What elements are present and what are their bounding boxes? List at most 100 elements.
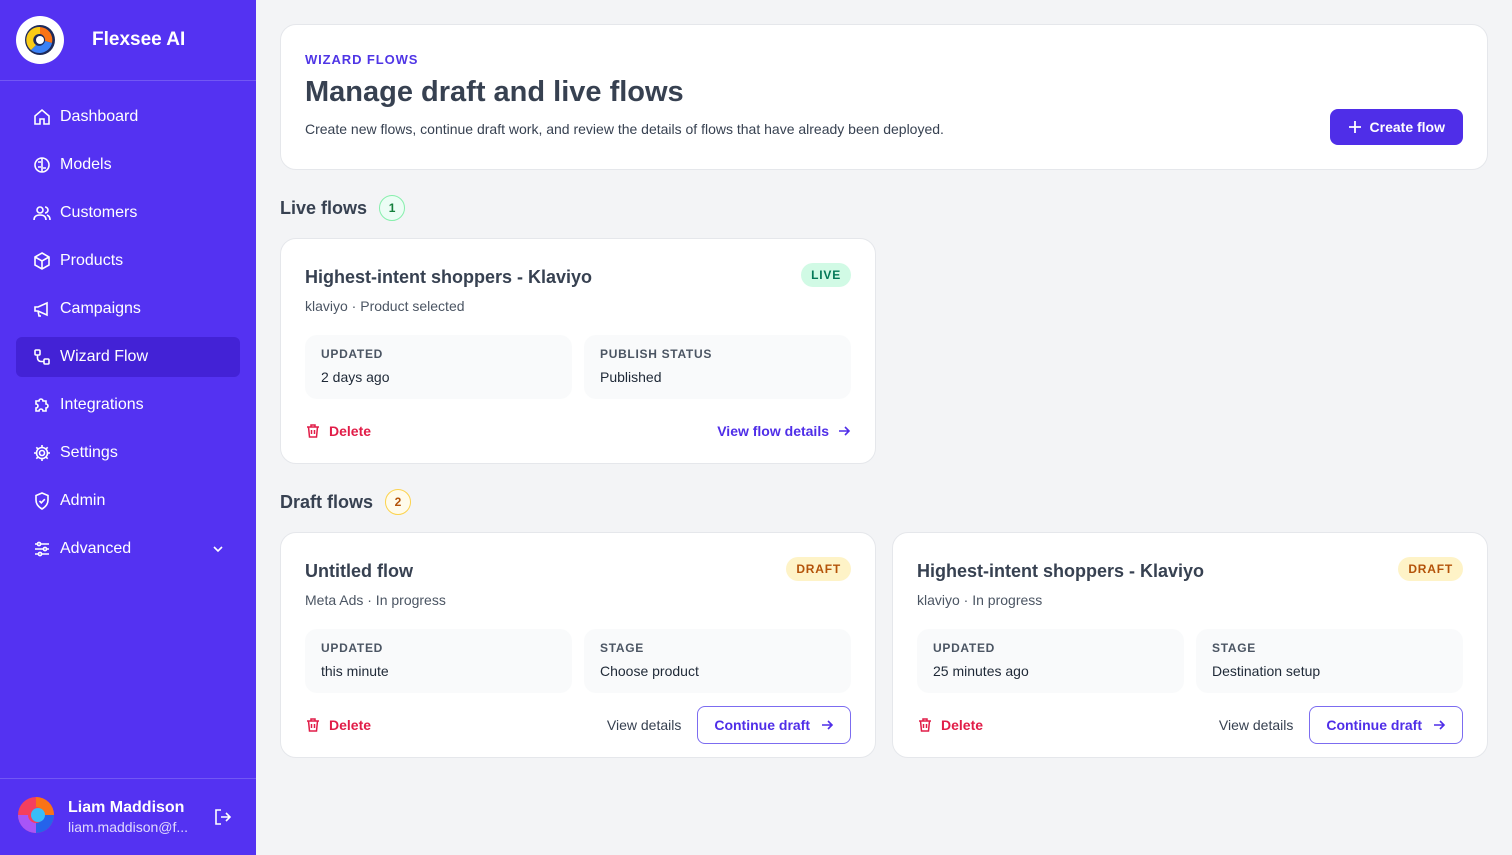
- users-icon: [32, 203, 52, 223]
- home-icon: [32, 107, 52, 127]
- page-eyebrow: WIZARD FLOWS: [305, 52, 419, 67]
- sidebar-item-campaigns[interactable]: Campaigns: [16, 289, 240, 329]
- stat-value: Destination setup: [1212, 663, 1321, 679]
- stat-updated: UPDATED this minute: [305, 629, 572, 693]
- stat-value: Published: [600, 369, 662, 385]
- status-badge: DRAFT: [1398, 557, 1463, 581]
- flow-stats: UPDATED this minute STAGE Choose product: [305, 629, 851, 693]
- sidebar-item-label: Dashboard: [60, 108, 139, 125]
- trash-icon: [307, 718, 319, 732]
- view-details-link[interactable]: View details: [607, 717, 681, 733]
- flow-icon: [32, 347, 52, 367]
- sidebar-item-customers[interactable]: Customers: [16, 193, 240, 233]
- card-right-actions: View flow details: [717, 423, 851, 439]
- shield-icon: [32, 491, 52, 511]
- continue-draft-label: Continue draft: [714, 717, 810, 733]
- live-flows-header: Live flows 1: [280, 195, 406, 221]
- continue-draft-label: Continue draft: [1326, 717, 1422, 733]
- delete-button[interactable]: Delete: [305, 717, 371, 733]
- sidebar-item-label: Settings: [60, 444, 118, 461]
- brand: Flexsee AI: [0, 0, 256, 81]
- user-name: Liam Maddison: [68, 799, 185, 816]
- puzzle-icon: [32, 395, 52, 415]
- flow-title: Highest-intent shoppers - Klaviyo: [305, 267, 593, 287]
- sidebar-item-label: Models: [60, 156, 112, 173]
- trash-icon: [919, 718, 931, 732]
- page-header: WIZARD FLOWS Manage draft and live flows…: [280, 24, 1488, 170]
- page-title: Manage draft and live flows: [305, 76, 684, 108]
- sliders-icon: [32, 539, 52, 559]
- delete-button[interactable]: Delete: [305, 423, 371, 439]
- stat-label: UPDATED: [321, 347, 384, 361]
- plus-icon: [1348, 121, 1361, 133]
- view-details-link[interactable]: View details: [1219, 717, 1293, 733]
- cube-icon: [32, 251, 52, 271]
- sidebar-item-dashboard[interactable]: Dashboard: [16, 97, 240, 137]
- logout-icon[interactable]: [212, 806, 234, 828]
- view-flow-details-label: View flow details: [717, 423, 829, 439]
- arrow-right-icon: [1434, 720, 1446, 730]
- delete-label: Delete: [941, 717, 984, 733]
- draft-flow-card: Highest-intent shoppers - Klaviyo klaviy…: [892, 532, 1488, 758]
- user-info: Liam Maddison liam.maddison@f...: [68, 799, 198, 835]
- sidebar-item-admin[interactable]: Admin: [16, 481, 240, 521]
- status-badge: DRAFT: [786, 557, 851, 581]
- sidebar-item-label: Admin: [60, 492, 106, 509]
- sidebar-item-label: Integrations: [60, 396, 144, 413]
- avatar[interactable]: [16, 795, 56, 840]
- card-right-actions: View details Continue draft: [607, 706, 851, 744]
- sidebar-item-settings[interactable]: Settings: [16, 433, 240, 473]
- sidebar-item-label: Advanced: [60, 540, 132, 557]
- create-flow-label: Create flow: [1369, 119, 1445, 135]
- continue-draft-button[interactable]: Continue draft: [697, 706, 851, 744]
- sidebar-item-products[interactable]: Products: [16, 241, 240, 281]
- flow-meta: klaviyo · In progress: [917, 592, 1043, 608]
- stat-label: PUBLISH STATUS: [600, 347, 713, 361]
- stat-value: 25 minutes ago: [933, 663, 1029, 679]
- card-actions: Delete View flow details: [305, 413, 851, 449]
- delete-button[interactable]: Delete: [917, 717, 983, 733]
- flow-stats: UPDATED 25 minutes ago STAGE Destination…: [917, 629, 1463, 693]
- sidebar-item-models[interactable]: Models: [16, 145, 240, 185]
- sidebar-item-integrations[interactable]: Integrations: [16, 385, 240, 425]
- card-actions: Delete View details Continue draft: [305, 706, 851, 744]
- sidebar-item-wizard-flow[interactable]: Wizard Flow: [16, 337, 240, 377]
- draft-count-badge: 2: [385, 489, 412, 515]
- flow-meta: Meta Ads · In progress: [305, 592, 446, 608]
- brand-logo-icon[interactable]: [16, 16, 64, 64]
- stat-label: STAGE: [1212, 641, 1256, 655]
- live-count-badge: 1: [379, 195, 406, 221]
- stat-label: UPDATED: [933, 641, 996, 655]
- view-flow-details-link[interactable]: View flow details: [717, 423, 851, 439]
- stat-updated: UPDATED 25 minutes ago: [917, 629, 1184, 693]
- sidebar-item-label: Wizard Flow: [60, 348, 149, 365]
- sidebar-nav: Dashboard Models Customers Products Camp…: [0, 81, 256, 569]
- section-title: Draft flows: [280, 491, 374, 512]
- create-flow-button[interactable]: Create flow: [1329, 109, 1463, 145]
- sidebar: Flexsee AI Dashboard Models Customers Pr…: [0, 0, 256, 855]
- live-flow-card: Highest-intent shoppers - Klaviyo klaviy…: [280, 238, 876, 464]
- main-content: WIZARD FLOWS Manage draft and live flows…: [280, 24, 1488, 758]
- section-title: Live flows: [280, 197, 368, 218]
- stat-updated: UPDATED 2 days ago: [305, 335, 572, 399]
- flow-stats: UPDATED 2 days ago PUBLISH STATUS Publis…: [305, 335, 851, 399]
- draft-flows-header: Draft flows 2: [280, 489, 412, 515]
- status-badge: LIVE: [801, 263, 851, 287]
- brain-icon: [32, 155, 52, 175]
- delete-label: Delete: [329, 423, 372, 439]
- stat-stage: STAGE Destination setup: [1196, 629, 1463, 693]
- continue-draft-button[interactable]: Continue draft: [1309, 706, 1463, 744]
- sidebar-item-label: Customers: [60, 204, 138, 221]
- arrow-right-icon: [839, 426, 851, 436]
- user-profile: Liam Maddison liam.maddison@f...: [0, 778, 256, 855]
- page-subtitle: Create new flows, continue draft work, a…: [305, 121, 944, 137]
- brand-name: Flexsee AI: [92, 29, 186, 50]
- chevron-down-icon[interactable]: [210, 541, 226, 557]
- delete-label: Delete: [329, 717, 372, 733]
- arrow-right-icon: [822, 720, 834, 730]
- flow-title: Highest-intent shoppers - Klaviyo: [917, 561, 1205, 581]
- draft-flow-card: Untitled flow Meta Ads · In progress DRA…: [280, 532, 876, 758]
- sidebar-item-advanced[interactable]: Advanced: [16, 529, 240, 569]
- stat-value: 2 days ago: [321, 369, 390, 385]
- user-email: liam.maddison@f...: [68, 819, 189, 835]
